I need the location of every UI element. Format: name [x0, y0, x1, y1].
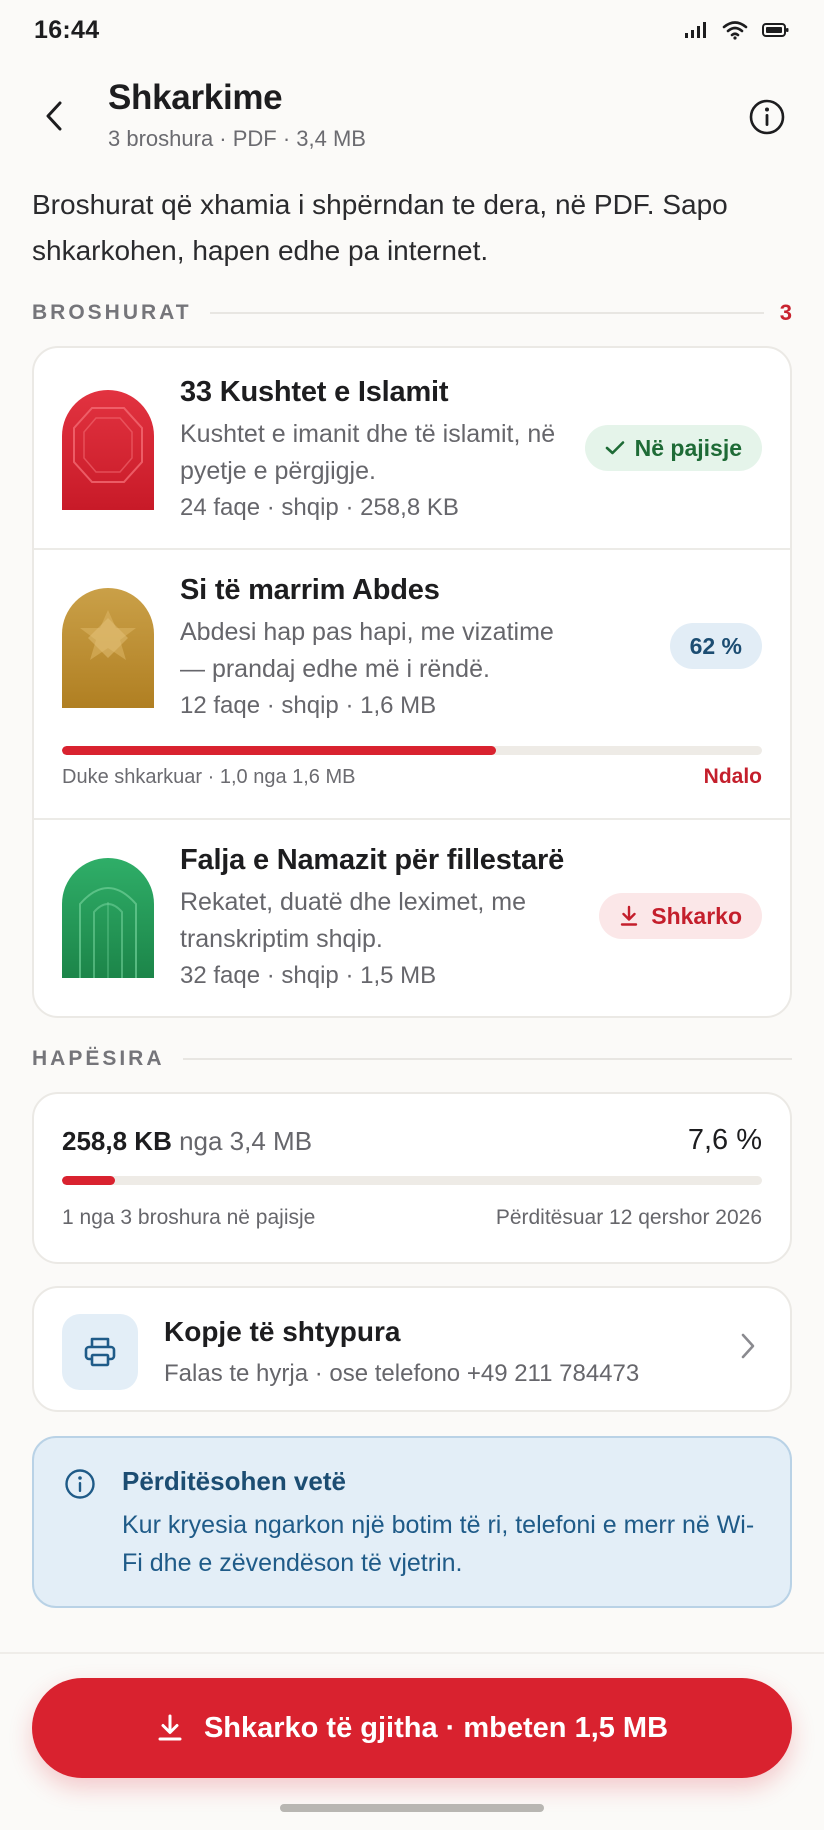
brochure-title: Falja e Namazit për fillestarë — [180, 844, 565, 876]
intro-text: Broshurat që xhamia i shpërndan te dera,… — [32, 189, 728, 266]
brochure-description: Rekatet, duatë dhe leximet, me transkrip… — [180, 888, 527, 953]
stop-download-button[interactable]: Ndalo — [704, 765, 762, 789]
chevron-right-icon — [740, 1332, 756, 1365]
printer-icon-box — [62, 1314, 138, 1390]
page-title: Shkarkime — [108, 78, 283, 117]
signal-icon — [685, 22, 706, 38]
storage-progress-bar — [62, 1176, 762, 1185]
brochure-cover-thumbnail — [62, 390, 154, 510]
chevron-left-icon — [46, 101, 62, 131]
section-label: BROSHURAT — [32, 301, 192, 324]
brochure-title: Si të marrim Abdes — [180, 574, 440, 606]
page-subtitle: 3 broshura · PDF · 3,4 MB — [108, 126, 366, 151]
info-text: Kur kryesia ngarkon një botim të ri, tel… — [122, 1511, 755, 1577]
storage-progress-fill — [62, 1176, 116, 1185]
brochure-cover-thumbnail — [62, 858, 154, 978]
brochure-meta: 12 faqe · shqip · 1,6 MB — [180, 692, 437, 719]
printed-copies-title: Kopje të shtypura — [164, 1316, 401, 1347]
progress-badge: 62 % — [669, 623, 762, 669]
storage-updated-note: Përditësuar 12 qershor 2026 — [495, 1206, 762, 1229]
status-time: 16:44 — [34, 15, 100, 44]
progress-badge-label: 62 % — [689, 632, 742, 659]
info-icon — [749, 99, 785, 135]
list-item[interactable]: Si të marrim Abdes Abdesi hap pas hapi, … — [34, 550, 790, 818]
download-icon — [158, 1714, 182, 1741]
brochure-title: 33 Kushtet e Islamit — [180, 376, 449, 408]
status-icons — [684, 20, 790, 40]
download-button-label: Shkarko — [651, 902, 742, 929]
status-badge: Në pajisje — [584, 425, 762, 471]
section-divider — [209, 312, 764, 314]
download-all-label: Shkarko të gjitha · mbeten 1,5 MB — [203, 1711, 669, 1744]
brochures-section-header: BROSHURAT 3 — [32, 298, 792, 328]
storage-count-note: 1 nga 3 broshura në pajisje — [62, 1206, 316, 1229]
storage-section-header: HAPËSIRA — [32, 1044, 792, 1074]
download-all-button[interactable]: Shkarko të gjitha · mbeten 1,5 MB — [32, 1678, 792, 1778]
download-icon — [621, 905, 638, 926]
storage-total: nga 3,4 MB — [179, 1126, 313, 1156]
brochures-card: 33 Kushtet e Islamit Kushtet e imanit dh… — [32, 346, 792, 1018]
info-button[interactable] — [746, 96, 788, 138]
info-circle-icon — [64, 1468, 96, 1505]
brochure-description: Kushtet e imanit dhe të islamit, në pyet… — [180, 420, 556, 485]
info-title: Përditësohen vetë — [122, 1466, 346, 1496]
download-button[interactable]: Shkarko — [599, 893, 762, 939]
storage-percent: 7,6 % — [687, 1124, 762, 1156]
check-icon — [605, 441, 624, 455]
list-item[interactable]: Falja e Namazit për fillestarë Rekatet, … — [34, 820, 790, 1016]
back-button[interactable] — [34, 94, 74, 138]
printed-copies-card[interactable]: Kopje të shtypura Falas te hyrja · ose t… — [32, 1286, 792, 1412]
storage-card: 258,8 KB nga 3,4 MB 7,6 % 1 nga 3 broshu… — [32, 1092, 792, 1264]
download-progress-fill — [62, 746, 496, 755]
printed-copies-subtitle: Falas te hyrja · ose telefono +49 211 78… — [164, 1360, 640, 1387]
status-bar: 16:44 — [0, 0, 824, 60]
auto-update-info-box: Përditësohen vetë Kur kryesia ngarkon nj… — [32, 1436, 792, 1608]
brochure-description: Abdesi hap pas hapi, me vizatime — prand… — [180, 618, 554, 683]
list-item[interactable]: 33 Kushtet e Islamit Kushtet e imanit dh… — [34, 348, 790, 548]
home-indicator[interactable] — [280, 1804, 544, 1812]
brochure-cover-thumbnail — [62, 588, 154, 708]
battery-icon — [762, 23, 789, 37]
wifi-icon — [722, 21, 748, 40]
section-label: HAPËSIRA — [32, 1047, 165, 1070]
storage-usage: 258,8 KB nga 3,4 MB — [62, 1126, 312, 1157]
download-progress-bar — [62, 746, 762, 755]
storage-used: 258,8 KB — [62, 1126, 172, 1156]
app-header: Shkarkime 3 broshura · PDF · 3,4 MB — [0, 72, 824, 162]
printer-icon — [84, 1337, 116, 1367]
download-progress-label: Duke shkarkuar · 1,0 nga 1,6 MB — [62, 766, 356, 788]
status-badge-label: Në pajisje — [634, 434, 742, 461]
section-divider — [182, 1058, 792, 1060]
brochure-meta: 32 faqe · shqip · 1,5 MB — [180, 962, 437, 989]
brochure-meta: 24 faqe · shqip · 258,8 KB — [180, 494, 459, 521]
section-count: 3 — [779, 300, 792, 325]
